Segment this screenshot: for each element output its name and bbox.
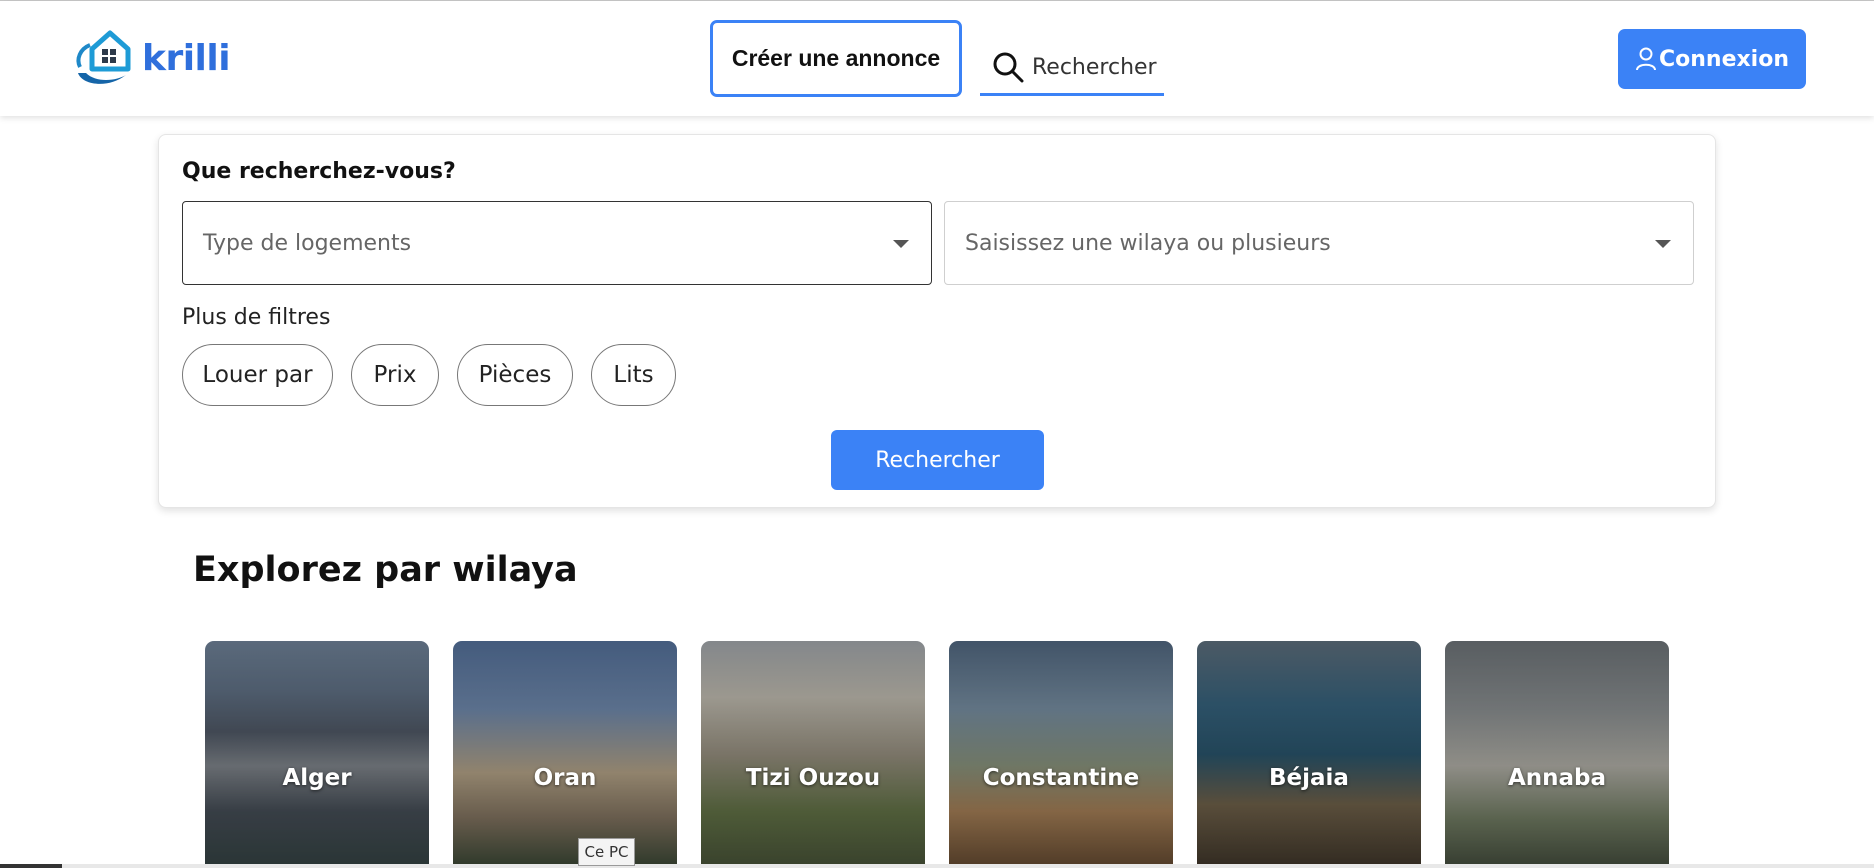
wilaya-placeholder: Saisissez une wilaya ou plusieurs: [965, 230, 1331, 256]
search-panel-title: Que recherchez-vous?: [182, 159, 456, 184]
filter-chip-beds[interactable]: Lits: [591, 344, 676, 406]
wilaya-card-tizi-ouzou[interactable]: Tizi Ouzou: [701, 641, 925, 868]
taskbar-strip: [0, 864, 1874, 868]
wilaya-card-constantine[interactable]: Constantine: [949, 641, 1173, 868]
explore-section-title: Explorez par wilaya: [193, 550, 578, 590]
card-overlay: [205, 641, 429, 868]
house-logo-icon: [76, 30, 131, 84]
card-overlay: [453, 641, 677, 868]
wilaya-card-label: Alger: [282, 765, 352, 791]
search-button[interactable]: Rechercher: [831, 430, 1044, 490]
wilaya-card-label: Constantine: [982, 765, 1140, 791]
wilaya-card-alger[interactable]: Alger: [205, 641, 429, 868]
create-listing-button[interactable]: Créer une annonce: [710, 20, 962, 97]
filter-chip-price[interactable]: Prix: [351, 344, 439, 406]
wilaya-card-oran[interactable]: Oran: [453, 641, 677, 868]
more-filters-label: Plus de filtres: [182, 305, 331, 330]
search-icon: [993, 52, 1024, 83]
login-button[interactable]: Connexion: [1618, 29, 1806, 89]
user-icon: [1635, 47, 1656, 71]
header-search-input[interactable]: [1032, 54, 1162, 80]
login-label: Connexion: [1658, 46, 1789, 72]
housing-type-placeholder: Type de logements: [203, 230, 412, 256]
wilaya-card-bejaia[interactable]: Béjaia: [1197, 641, 1421, 868]
housing-type-select[interactable]: Type de logements: [182, 201, 932, 285]
search-panel: Que recherchez-vous? Type de logements S…: [158, 134, 1716, 508]
wilaya-card-label: Oran: [533, 765, 597, 791]
wilaya-card-label: Tizi Ouzou: [745, 765, 881, 791]
top-navbar: krilli Créer une annonce Connexion: [0, 1, 1874, 116]
brand-logo[interactable]: krilli: [72, 27, 231, 89]
brand-name: krilli: [142, 37, 231, 79]
chevron-down-icon: [1655, 240, 1671, 248]
wilaya-select[interactable]: Saisissez une wilaya ou plusieurs: [944, 201, 1694, 285]
filter-chip-rooms[interactable]: Pièces: [457, 344, 573, 406]
card-overlay: [701, 641, 925, 868]
card-overlay: [1197, 641, 1421, 868]
wilaya-card-label: Béjaia: [1269, 765, 1349, 791]
header-search[interactable]: [980, 41, 1164, 96]
filter-chip-rent-by[interactable]: Louer par: [182, 344, 333, 406]
wilaya-card-annaba[interactable]: Annaba: [1445, 641, 1669, 868]
wilaya-card-label: Annaba: [1507, 765, 1607, 791]
chevron-down-icon: [893, 240, 909, 248]
card-overlay: [949, 641, 1173, 868]
taskbar-start: [0, 864, 62, 868]
tooltip: Ce PC: [578, 838, 635, 866]
card-overlay: [1445, 641, 1669, 868]
